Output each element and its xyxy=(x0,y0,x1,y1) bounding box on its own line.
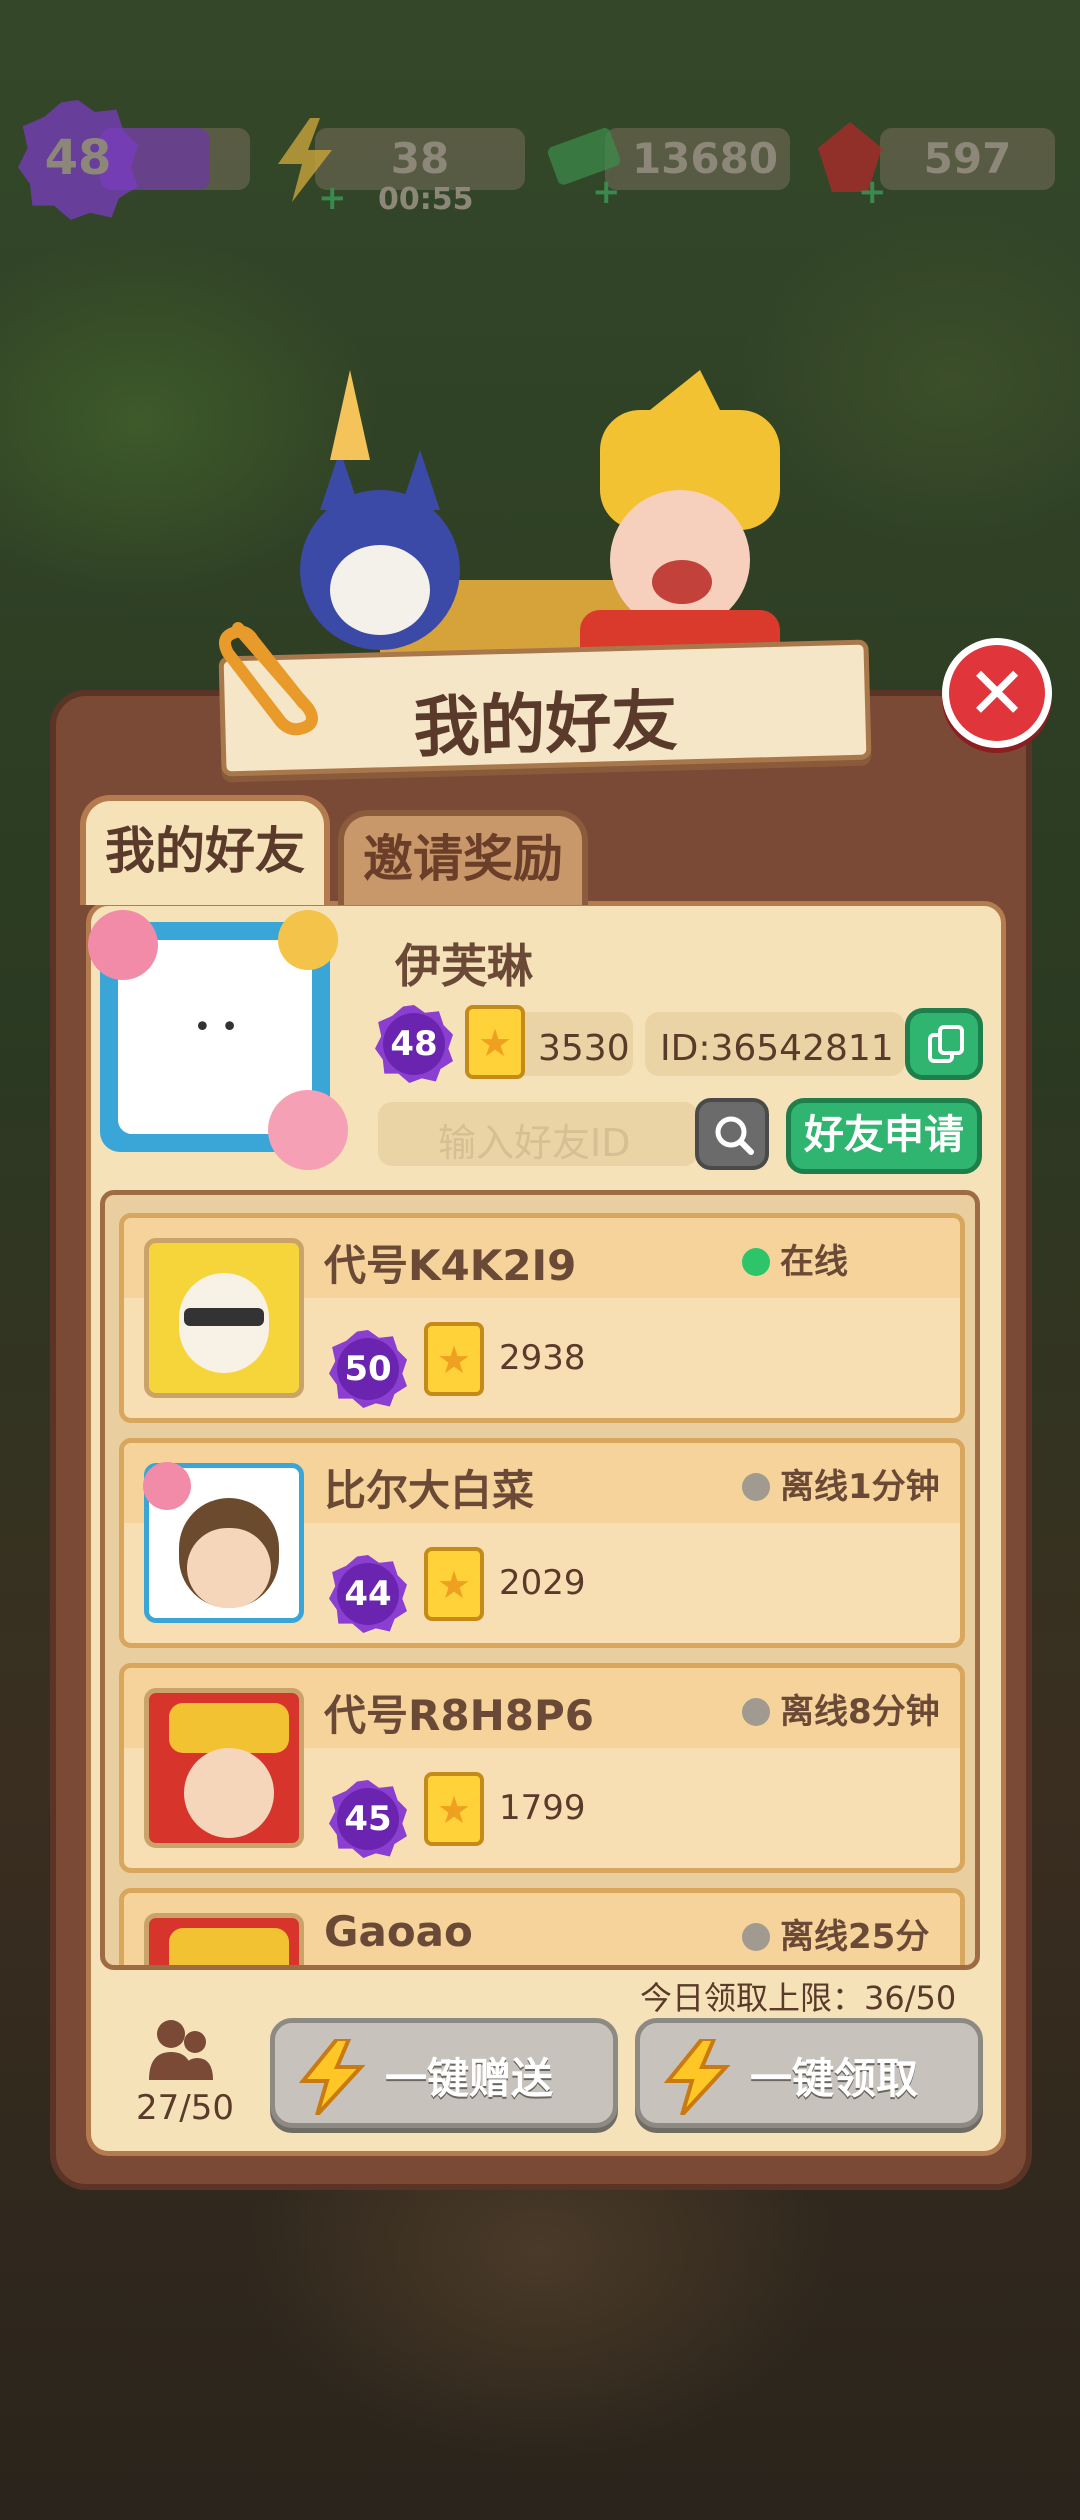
hud-cash[interactable]: 13680 xyxy=(605,128,790,190)
claim-all-label: 一键领取 xyxy=(750,2054,919,2103)
gems-value: 597 xyxy=(923,134,1012,183)
gems-plus-icon[interactable]: + xyxy=(858,172,887,212)
friend-status: 在线 xyxy=(780,1242,848,1282)
cash-plus-icon[interactable]: + xyxy=(592,172,621,212)
friend-stars: 2029 xyxy=(499,1563,586,1603)
daily-claim-limit: 今日领取上限：36/50 xyxy=(640,1979,957,2017)
friend-level-badge: 50 xyxy=(329,1330,407,1408)
claim-all-button[interactable]: 一键领取 xyxy=(635,2018,983,2128)
friend-avatar xyxy=(144,1688,304,1848)
send-all-button[interactable]: 一键赠送 xyxy=(270,2018,618,2128)
close-icon: ✕ xyxy=(966,651,1028,735)
friend-name: 比尔大白菜 xyxy=(324,1466,535,1515)
energy-icon xyxy=(663,2039,731,2115)
friend-stars: 2938 xyxy=(499,1338,586,1378)
my-avatar[interactable]: • • xyxy=(78,900,348,1170)
star-card-icon: ★ xyxy=(465,1005,525,1079)
my-id: ID:36542811 xyxy=(660,1028,894,1069)
friend-level-badge: 45 xyxy=(329,1780,407,1858)
friend-status: 离线1分钟 xyxy=(780,1467,940,1507)
star-card-icon: ★ xyxy=(424,1547,484,1621)
friend-request-label: 好友申请 xyxy=(804,1112,964,1158)
friend-name: Gaoao xyxy=(324,1907,473,1956)
friend-avatar xyxy=(144,1913,304,1965)
tab-invite-label: 邀请奖励 xyxy=(363,830,563,888)
friend-card[interactable]: Gaoao 离线25分 xyxy=(119,1888,965,1965)
friend-level: 45 xyxy=(344,1799,392,1839)
friend-card[interactable]: 比尔大白菜 离线1分钟 44 ★ 2029 xyxy=(119,1438,965,1648)
hud-gems[interactable]: 597 xyxy=(880,128,1055,190)
energy-icon xyxy=(298,2039,366,2115)
friend-name: 代号K4K2I9 xyxy=(324,1241,577,1290)
offline-status-icon xyxy=(742,1473,770,1501)
friend-avatar xyxy=(143,1462,304,1623)
search-button[interactable] xyxy=(695,1098,769,1170)
my-name: 伊芙琳 xyxy=(395,939,533,993)
friends-count-icon xyxy=(149,2020,213,2080)
copy-icon xyxy=(928,1025,964,1063)
tab-my-friends[interactable]: 我的好友 xyxy=(80,795,330,905)
friend-id-placeholder: 输入好友ID xyxy=(438,1121,631,1165)
cash-value: 13680 xyxy=(631,134,779,183)
friend-status: 离线25分 xyxy=(780,1917,930,1957)
friend-name: 代号R8H8P6 xyxy=(324,1691,594,1740)
star-card-icon: ★ xyxy=(424,1322,484,1396)
my-stars: 3530 xyxy=(538,1028,630,1069)
friends-list[interactable]: 代号K4K2I9 在线 50 ★ 2938 比尔大白菜 离线1分钟 44 ★ 2… xyxy=(100,1190,980,1970)
friend-id-input[interactable]: 输入好友ID xyxy=(378,1102,698,1166)
hud-level-value: 48 xyxy=(44,130,112,186)
tab-invite-rewards[interactable]: 邀请奖励 xyxy=(338,810,588,905)
friend-count: 27/50 xyxy=(136,2088,234,2128)
send-all-label: 一键赠送 xyxy=(385,2054,554,2103)
offline-status-icon xyxy=(742,1923,770,1951)
friend-card[interactable]: 代号R8H8P6 离线8分钟 45 ★ 1799 xyxy=(119,1663,965,1873)
online-status-icon xyxy=(742,1248,770,1276)
friend-card[interactable]: 代号K4K2I9 在线 50 ★ 2938 xyxy=(119,1213,965,1423)
energy-timer: 00:55 xyxy=(378,182,474,217)
paperclip-icon xyxy=(218,622,318,736)
friend-request-button[interactable]: 好友申请 xyxy=(786,1098,982,1174)
star-card-icon: ★ xyxy=(424,1772,484,1846)
offline-status-icon xyxy=(742,1698,770,1726)
energy-value: 38 xyxy=(390,134,450,183)
friend-level: 44 xyxy=(344,1574,392,1614)
close-button[interactable]: ✕ xyxy=(942,638,1052,748)
friend-level-badge: 44 xyxy=(329,1555,407,1633)
search-icon xyxy=(715,1116,754,1155)
tab-friends-label: 我的好友 xyxy=(105,822,305,880)
friend-stars: 1799 xyxy=(499,1788,586,1828)
level-badge-icon: 48 xyxy=(18,100,138,220)
avatar-face-icon: • • xyxy=(193,1010,239,1045)
friend-avatar xyxy=(144,1238,304,1398)
friend-level: 50 xyxy=(344,1349,392,1389)
copy-id-button[interactable] xyxy=(905,1008,983,1080)
hud-energy[interactable]: 38 xyxy=(315,128,525,190)
friend-status: 离线8分钟 xyxy=(780,1692,940,1732)
energy-plus-icon[interactable]: + xyxy=(318,178,347,218)
